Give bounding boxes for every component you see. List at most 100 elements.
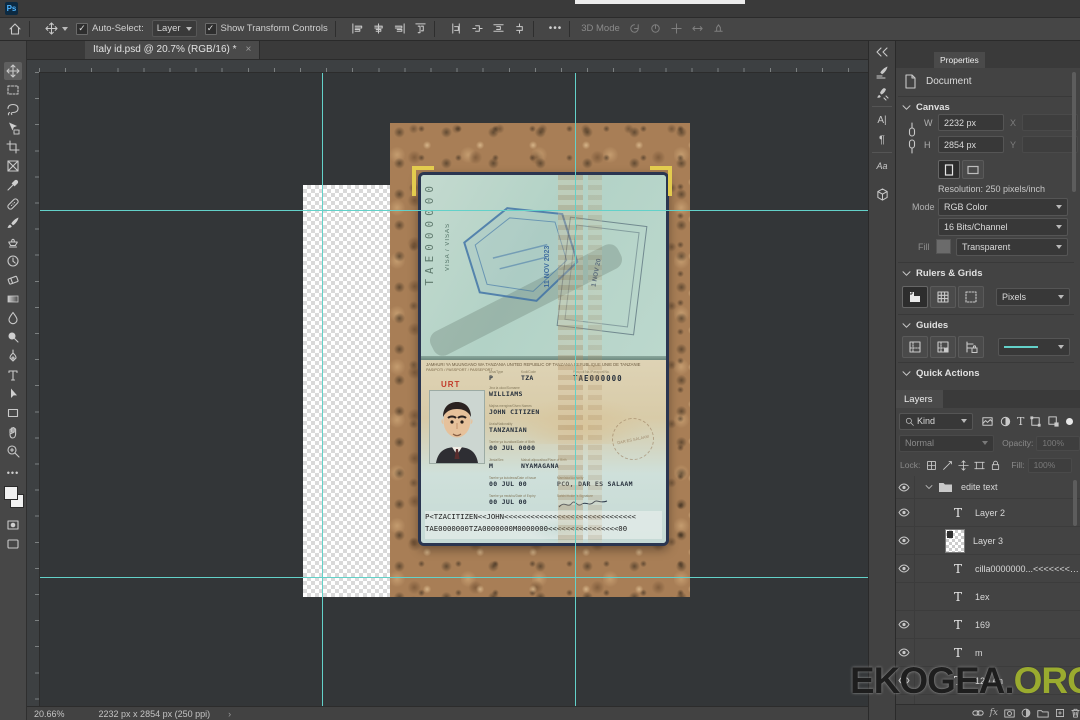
type-tool[interactable]: [4, 366, 22, 384]
home-button[interactable]: [8, 22, 22, 36]
layer-row[interactable]: T 1ex: [894, 583, 1080, 611]
auto-select-checkbox[interactable]: ✓ Auto-Select:: [76, 22, 144, 35]
gradient-tool[interactable]: [4, 290, 22, 308]
visibility-toggle[interactable]: [894, 476, 915, 498]
panel-tab[interactable]: [902, 52, 910, 68]
checkbox-checked-icon[interactable]: ✓: [204, 22, 217, 35]
layer-effects-icon[interactable]: fx: [990, 708, 998, 718]
adjustment-layer-icon[interactable]: [1021, 708, 1031, 718]
object-selection-tool[interactable]: [4, 119, 22, 137]
filter-toggle-dot[interactable]: [1066, 417, 1074, 425]
document-tab[interactable]: Italy id.psd @ 20.7% (RGB/16) * ×: [85, 40, 261, 59]
layer-name[interactable]: 169: [975, 620, 990, 630]
align-top-icon[interactable]: [414, 22, 427, 35]
filter-adjustment-icon[interactable]: [999, 415, 1012, 428]
status-chevron-icon[interactable]: ›: [228, 709, 231, 719]
brushes-panel-icon[interactable]: [871, 84, 893, 104]
brush-tool[interactable]: [4, 214, 22, 232]
width-field[interactable]: 2232 px: [938, 114, 1004, 131]
guides-section-header[interactable]: Guides: [902, 320, 948, 331]
horizontal-ruler[interactable]: [39, 59, 868, 73]
layer-row[interactable]: Layer 3: [894, 527, 1080, 555]
lasso-tool[interactable]: [4, 100, 22, 118]
new-layer-icon[interactable]: [1055, 708, 1065, 718]
layer-name[interactable]: Layer 3: [973, 536, 1003, 546]
color-mode-dropdown[interactable]: RGB Color: [938, 198, 1068, 216]
more-options-button[interactable]: •••: [549, 23, 563, 34]
visibility-toggle[interactable]: [894, 555, 915, 582]
canvas-section-header[interactable]: Canvas: [902, 102, 950, 113]
auto-select-target-dropdown[interactable]: Layer: [151, 20, 197, 37]
healing-brush-tool[interactable]: [4, 195, 22, 213]
toggle-rulers-button[interactable]: [902, 286, 928, 308]
eraser-tool[interactable]: [4, 271, 22, 289]
layers-scrollbar[interactable]: [1073, 480, 1077, 526]
bit-depth-dropdown[interactable]: 16 Bits/Channel: [938, 218, 1068, 236]
layer-name[interactable]: cilla0000000...<<<<<<<0 d: [975, 564, 1080, 574]
ruler-corner[interactable]: [26, 59, 40, 73]
history-brush-tool[interactable]: [4, 252, 22, 270]
guide-color-dropdown[interactable]: [998, 338, 1070, 356]
lock-guides-button[interactable]: [958, 336, 984, 358]
zoom-level-field[interactable]: 20.66%: [34, 709, 65, 719]
crop-tool[interactable]: [4, 138, 22, 156]
layer-row[interactable]: edite text: [894, 476, 1080, 499]
portrait-orientation-button[interactable]: [938, 160, 960, 179]
lock-artboard-icon[interactable]: [974, 460, 985, 471]
delete-layer-icon[interactable]: [1071, 708, 1080, 718]
lock-pixels-icon[interactable]: [942, 460, 953, 471]
checkbox-checked-icon[interactable]: ✓: [76, 22, 88, 35]
tab-layers[interactable]: Layers: [894, 390, 943, 408]
link-layers-icon[interactable]: [971, 709, 984, 717]
zoom-tool[interactable]: [4, 442, 22, 460]
layer-name[interactable]: 1ex: [975, 592, 990, 602]
glyphs-panel-icon[interactable]: Aa: [871, 156, 893, 176]
panel-tab[interactable]: [918, 52, 926, 68]
properties-scrollbar[interactable]: [1072, 72, 1076, 192]
group-icons[interactable]: [925, 481, 953, 493]
paragraph-panel-icon[interactable]: ¶: [871, 130, 893, 150]
visibility-toggle[interactable]: [894, 499, 915, 526]
horizontal-guide-1[interactable]: [39, 210, 868, 211]
visibility-toggle[interactable]: [894, 583, 915, 610]
fill-swatch[interactable]: [936, 239, 951, 254]
rulers-grids-section-header[interactable]: Rulers & Grids: [902, 268, 983, 279]
distribute-left-icon[interactable]: [450, 22, 463, 35]
clone-stamp-tool[interactable]: [4, 233, 22, 251]
filter-pixel-icon[interactable]: [981, 415, 994, 428]
panel-tab[interactable]: [926, 52, 934, 68]
layer-row[interactable]: T Layer 2: [894, 499, 1080, 527]
fill-dropdown[interactable]: Transparent: [956, 238, 1068, 256]
hand-tool[interactable]: [4, 423, 22, 441]
frame-tool[interactable]: [4, 157, 22, 175]
path-selection-tool[interactable]: [4, 385, 22, 403]
show-transform-checkbox[interactable]: ✓ Show Transform Controls: [204, 22, 328, 35]
link-dimensions-icon[interactable]: [906, 122, 918, 154]
new-group-icon[interactable]: [1037, 709, 1049, 718]
blur-tool[interactable]: [4, 309, 22, 327]
toggle-grid-button[interactable]: [930, 286, 956, 308]
height-field[interactable]: 2854 px: [938, 136, 1004, 153]
filter-smart-object-icon[interactable]: [1047, 415, 1060, 428]
align-right-icon[interactable]: [393, 22, 406, 35]
pen-tool[interactable]: [4, 347, 22, 365]
quick-actions-section-header[interactable]: Quick Actions: [902, 368, 980, 379]
panel-tab[interactable]: [910, 52, 918, 68]
horizontal-guide-2[interactable]: [39, 577, 868, 578]
lock-position-icon[interactable]: [958, 459, 969, 471]
visibility-toggle[interactable]: [894, 527, 915, 554]
vertical-guide-2[interactable]: [575, 72, 576, 706]
landscape-orientation-button[interactable]: [962, 160, 984, 179]
color-swatches[interactable]: [3, 484, 25, 508]
new-guide-layout-button[interactable]: [930, 336, 956, 358]
tab-properties[interactable]: Properties: [934, 52, 985, 68]
layer-name[interactable]: Layer 2: [975, 508, 1005, 518]
move-tool-preset[interactable]: [45, 22, 68, 35]
eyedropper-tool[interactable]: [4, 176, 22, 194]
brush-settings-panel-icon[interactable]: [871, 62, 893, 82]
dodge-tool[interactable]: [4, 328, 22, 346]
canvas-area[interactable]: TAE000000 VISA / VISAS 11 NOV 2023 1 N: [39, 72, 868, 706]
libraries-panel-icon[interactable]: [871, 184, 893, 204]
align-left-icon[interactable]: [351, 22, 364, 35]
lock-all-icon[interactable]: [990, 460, 1001, 471]
